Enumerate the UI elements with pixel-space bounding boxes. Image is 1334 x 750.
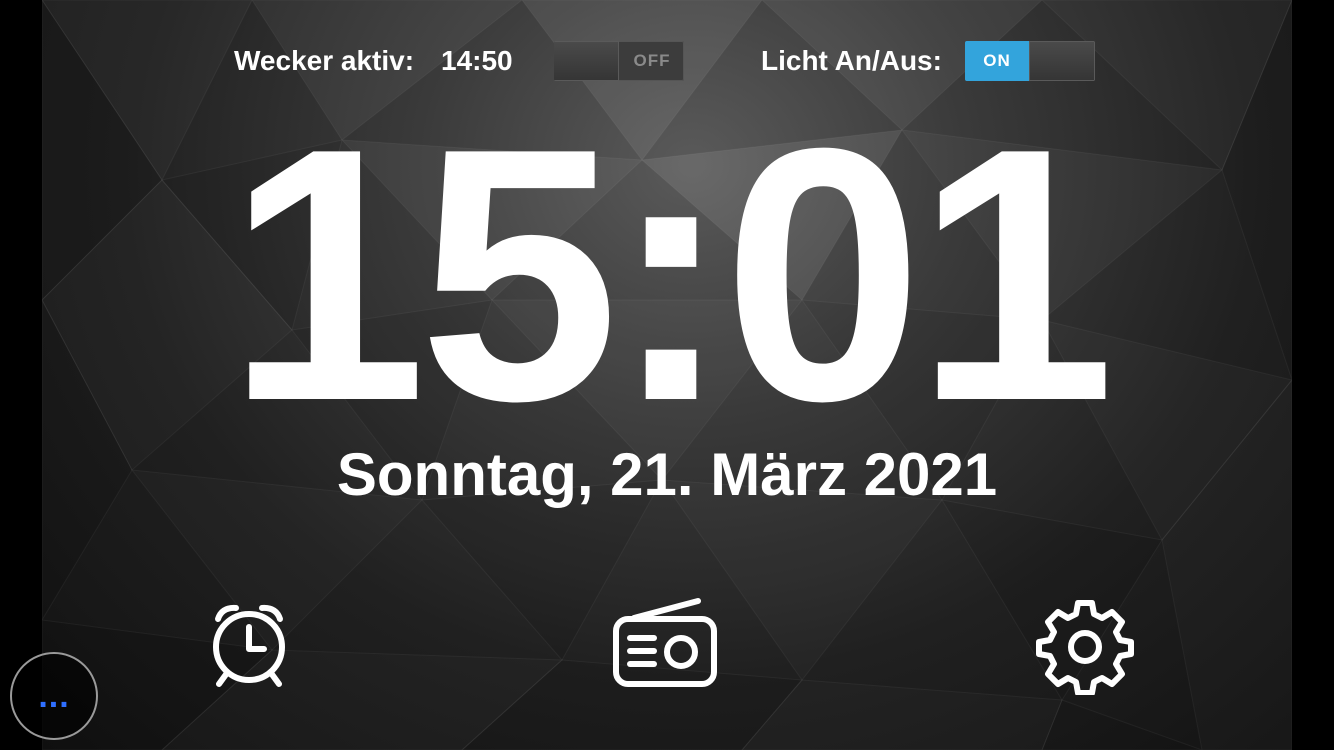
more-dots-icon: ...: [38, 677, 70, 715]
radio-icon: [613, 598, 717, 687]
clock-date: Sonntag, 21. März 2021: [336, 441, 998, 508]
menu-button[interactable]: ...: [10, 652, 98, 740]
gear-icon: [1036, 600, 1134, 696]
alarm-button[interactable]: [194, 595, 304, 695]
clock-time: 15:01: [226, 74, 1116, 476]
radio-button[interactable]: [608, 595, 718, 695]
clock-screen: Wecker aktiv: 14:50 OFF Licht An/Aus: ON…: [42, 0, 1292, 750]
settings-button[interactable]: [1030, 595, 1140, 696]
alarm-clock-icon: [213, 604, 285, 687]
